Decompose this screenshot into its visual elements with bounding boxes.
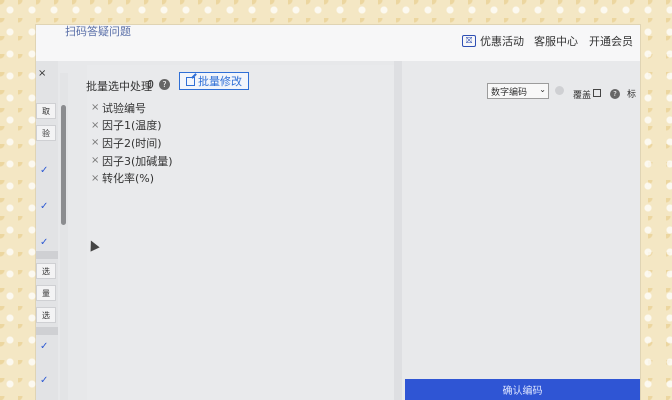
batch-edit-label: 批量修改 [198,75,242,88]
cover-checkbox[interactable] [593,89,601,97]
batch-label: 批量选中处理 [86,80,152,93]
scrollbar-thumb[interactable] [61,105,66,225]
close-icon[interactable]: × [91,102,99,113]
top-bar: 扫码答疑问题 ⛝ 优惠活动 客服中心 开通会员 [36,25,640,61]
nav-service-center[interactable]: 客服中心 [534,33,578,49]
sidebar: × 取 验 ✓ ✓ ✓ 选 量 选 ✓ ✓ [36,61,58,400]
encoding-select[interactable]: 数字编码 ⌄ [487,83,549,99]
field-label: 因子2(时间) [102,136,162,150]
list-item: × 转化率(%) [91,169,173,187]
truncated-label: 标 [627,90,637,100]
chevron-down-icon[interactable]: ✓ [40,165,48,176]
promo-label: 优惠活动 [480,35,524,48]
list-item: × 试验编号 [91,99,173,117]
close-icon[interactable]: × [91,137,99,148]
list-item: × 因子3(加碱量) [91,152,173,170]
close-icon[interactable]: × [91,155,99,166]
chevron-down-icon[interactable]: ✓ [40,341,48,352]
edit-icon [186,76,195,86]
field-list: × 试验编号 × 因子1(温度) × 因子2(时间) × 因子3(加碱量) × … [91,99,173,187]
confirm-encoding-button[interactable]: 确认编码 [405,379,640,400]
sidebar-button-1[interactable]: 取 [36,103,56,119]
sidebar-button-4[interactable]: 量 [36,285,56,301]
top-link[interactable]: 扫码答疑问题 [65,25,131,39]
field-label: 因子3(加碱量) [102,154,173,168]
field-label: 因子1(温度) [102,119,162,133]
field-label: 转化率(%) [102,172,155,186]
batch-count: 0 [147,78,154,91]
chevron-down-icon[interactable]: ✓ [40,237,48,248]
list-item: × 因子1(温度) [91,117,173,135]
field-label: 试验编号 [102,101,146,115]
sidebar-button-5[interactable]: 选 [36,307,56,323]
chevron-down-icon: ⌄ [539,85,546,94]
sidebar-button-3[interactable]: 选 [36,263,56,279]
radio-button[interactable] [555,86,564,95]
cover-label: 覆盖 [573,91,592,101]
close-icon[interactable]: × [38,68,46,79]
chevron-down-icon[interactable]: ✓ [40,201,48,212]
encoding-select-value: 数字编码 [491,87,528,98]
help-icon[interactable]: ? [159,79,170,90]
help-icon[interactable]: ? [610,89,620,99]
sidebar-divider [36,251,58,259]
close-icon[interactable]: × [91,173,99,184]
right-panel [402,61,640,400]
promo-link[interactable]: ⛝ 优惠活动 [462,33,524,49]
sidebar-divider [36,327,58,335]
batch-edit-button[interactable]: 批量修改 [179,72,249,90]
promo-icon: ⛝ [462,35,476,47]
chevron-down-icon[interactable]: ✓ [40,375,48,386]
close-icon[interactable]: × [91,120,99,131]
nav-open-member[interactable]: 开通会员 [589,33,633,49]
list-item: × 因子2(时间) [91,134,173,152]
sidebar-button-2[interactable]: 验 [36,125,56,141]
